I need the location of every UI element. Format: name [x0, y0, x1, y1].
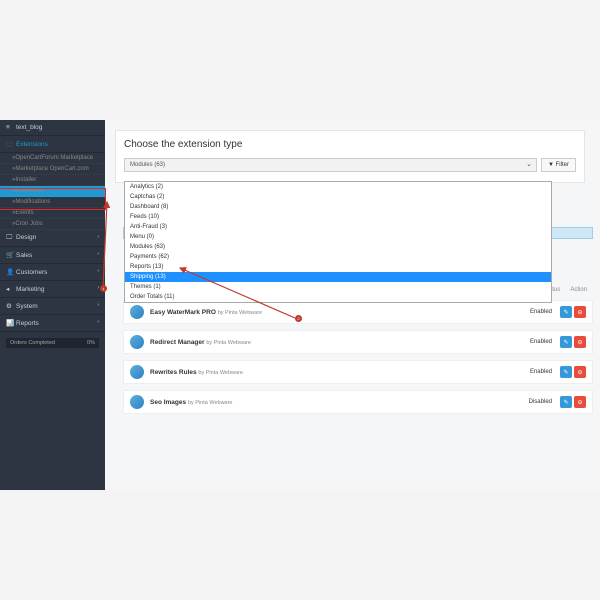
module-name: Seo Images by Pinta Webware: [150, 399, 233, 406]
module-status: Disabled: [529, 399, 552, 405]
module-row: Redirect Manager by Pinta Webware Enable…: [123, 330, 593, 354]
edit-button[interactable]: ✎: [560, 366, 572, 378]
module-status: Enabled: [530, 369, 552, 375]
module-name: Redirect Manager by Pinta Webware: [150, 339, 251, 346]
annotation-highlight-1: [0, 188, 106, 210]
sidebar-item-system[interactable]: ⚙System›: [0, 298, 105, 315]
main-panel: Choose the extension type Modules (63) ▼…: [115, 130, 585, 183]
sidebar-item-reports[interactable]: 📊Reports›: [0, 315, 105, 332]
annotation-num-2: 2: [295, 315, 302, 322]
sidebar-item-sales[interactable]: 🛒Sales›: [0, 247, 105, 264]
sidebar-item-design[interactable]: 🖵Design›: [0, 230, 105, 247]
delete-button[interactable]: ⊖: [574, 396, 586, 408]
module-icon: [130, 395, 144, 409]
module-icon: [130, 305, 144, 319]
dd-shipping[interactable]: Shipping (13): [125, 272, 551, 282]
extension-type-select[interactable]: Modules (63): [124, 158, 537, 172]
module-row: Rewrites Rules by Pinta Webware Enabled …: [123, 360, 593, 384]
delete-button[interactable]: ⊖: [574, 366, 586, 378]
extension-type-dropdown[interactable]: Analytics (2) Captchas (2) Dashboard (8)…: [124, 181, 552, 303]
dd-antifraud[interactable]: Anti-Fraud (3): [125, 222, 551, 232]
module-name: Easy WaterMark PRO by Pinta Webware: [150, 309, 262, 316]
col-action: Action: [570, 287, 587, 293]
sidebar-item-extensions[interactable]: ⬚Extensions: [0, 136, 105, 153]
dd-dashboard[interactable]: Dashboard (8): [125, 202, 551, 212]
sidebar-sub-cron[interactable]: » Cron Jobs: [0, 219, 105, 230]
module-icon: [130, 335, 144, 349]
dd-reports[interactable]: Reports (13): [125, 262, 551, 272]
sidebar-sub-marketplace1[interactable]: » OpenCartForum Marketplace: [0, 153, 105, 164]
dd-themes[interactable]: Themes (1): [125, 282, 551, 292]
orders-completed-stat: Orders Completed0%: [6, 338, 99, 348]
sidebar-sub-installer[interactable]: » Installer: [0, 175, 105, 186]
dd-payments[interactable]: Payments (62): [125, 252, 551, 262]
edit-button[interactable]: ✎: [560, 336, 572, 348]
panel-title: Choose the extension type: [124, 139, 576, 150]
module-status: Enabled: [530, 339, 552, 345]
sidebar-sub-marketplace2[interactable]: » Marketplace OpenCart.com: [0, 164, 105, 175]
dd-modules[interactable]: Modules (63): [125, 242, 551, 252]
sidebar-item-marketing[interactable]: ◂Marketing›: [0, 281, 105, 298]
dd-feeds[interactable]: Feeds (10): [125, 212, 551, 222]
filter-button[interactable]: ▼ Filter: [541, 158, 576, 172]
module-row: Seo Images by Pinta Webware Disabled ✎⊖: [123, 390, 593, 414]
sidebar-item-blog[interactable]: ≡text_blog: [0, 120, 105, 136]
sidebar-item-customers[interactable]: 👤Customers›: [0, 264, 105, 281]
sidebar: ≡text_blog ⬚Extensions » OpenCartForum M…: [0, 120, 105, 490]
module-status: Enabled: [530, 309, 552, 315]
delete-button[interactable]: ⊖: [574, 306, 586, 318]
dd-menu[interactable]: Menu (0): [125, 232, 551, 242]
edit-button[interactable]: ✎: [560, 306, 572, 318]
module-name: Rewrites Rules by Pinta Webware: [150, 369, 243, 376]
dd-analytics[interactable]: Analytics (2): [125, 182, 551, 192]
module-row: Easy WaterMark PRO by Pinta Webware Enab…: [123, 300, 593, 324]
dd-captchas[interactable]: Captchas (2): [125, 192, 551, 202]
delete-button[interactable]: ⊖: [574, 336, 586, 348]
module-icon: [130, 365, 144, 379]
annotation-num-1: 1: [100, 285, 107, 292]
dd-ordertotals[interactable]: Order Totals (11): [125, 292, 551, 302]
edit-button[interactable]: ✎: [560, 396, 572, 408]
